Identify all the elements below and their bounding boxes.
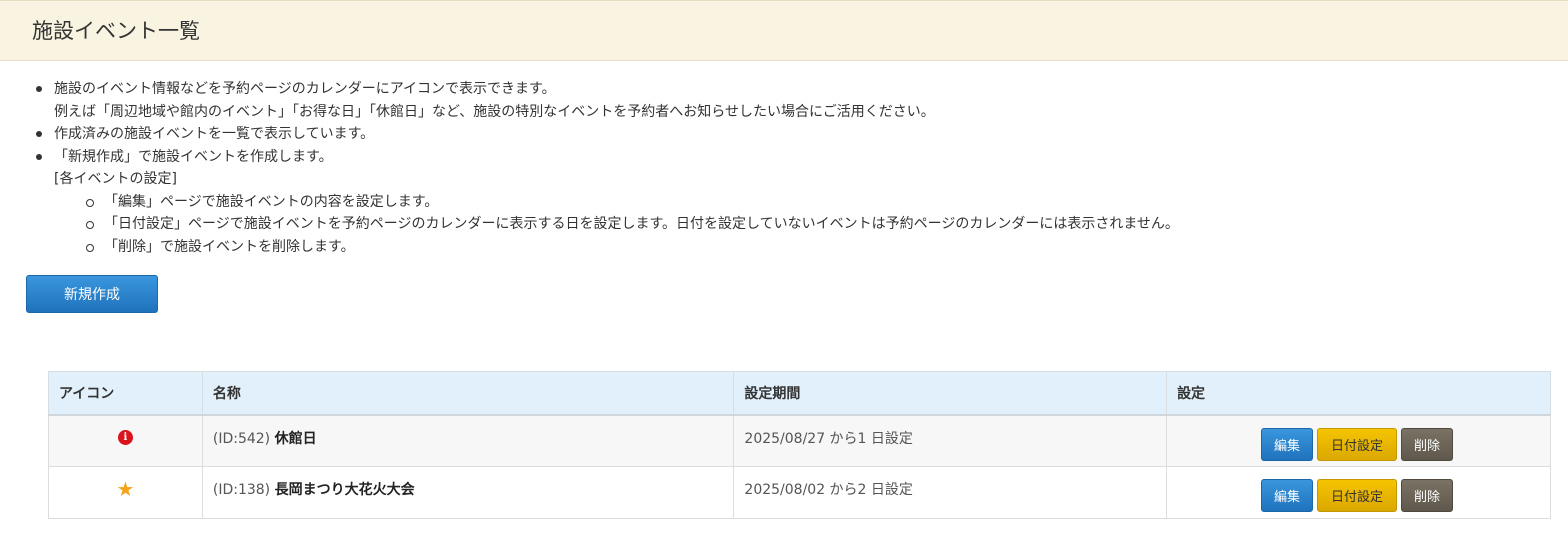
date-settings-button[interactable]: 日付設定 [1317, 427, 1398, 461]
event-id: (ID:138) [212, 482, 271, 498]
table-header-row: アイコン 名称 設定期間 設定 [48, 371, 1551, 416]
info-item: 作成済みの施設イベントを一覧で表示しています。 [36, 123, 1536, 146]
info-section: 施設のイベント情報などを予約ページのカレンダーにアイコンで表示できます。 例えば… [36, 78, 1536, 258]
header-settings: 設定 [1166, 371, 1551, 416]
header-icon: アイコン [48, 371, 203, 416]
table-row: ★ (ID:138) 長岡まつり大花火大会 2025/08/02 から2 日設定… [48, 466, 1551, 519]
period-cell: 2025/08/02 から2 日設定 [733, 466, 1168, 519]
event-name: 休館日 [274, 430, 317, 447]
sub-item: 「日付設定」ページで施設イベントを予約ページのカレンダーに表示する日を設定します… [86, 213, 1536, 236]
action-group: 編集 日付設定 削除 [1261, 479, 1540, 512]
sub-list: 「編集」ページで施設イベントの内容を設定します。 「日付設定」ページで施設イベン… [36, 191, 1536, 259]
period-cell: 2025/08/27 から1 日設定 [733, 414, 1168, 467]
page-title: 施設イベント一覧 [32, 19, 200, 43]
name-cell: (ID:138) 長岡まつり大花火大会 [201, 466, 735, 519]
action-cell: 編集 日付設定 削除 [1166, 414, 1551, 467]
header-name: 名称 [201, 371, 735, 416]
sub-heading: [各イベントの設定] [54, 171, 177, 187]
info-item: 施設のイベント情報などを予約ページのカレンダーにアイコンで表示できます。 例えば… [36, 78, 1536, 123]
page-header: 施設イベント一覧 [0, 0, 1568, 61]
date-settings-button[interactable]: 日付設定 [1317, 479, 1398, 512]
icon-cell: ★ [48, 466, 203, 519]
events-table: アイコン 名称 設定期間 設定 i (ID:542) 休館日 2025/08/2… [48, 371, 1551, 519]
action-cell: 編集 日付設定 削除 [1166, 466, 1551, 519]
icon-cell: i [48, 414, 203, 467]
info-list: 施設のイベント情報などを予約ページのカレンダーにアイコンで表示できます。 例えば… [36, 78, 1536, 168]
name-cell: (ID:542) 休館日 [201, 414, 735, 467]
event-id: (ID:542) [212, 430, 271, 447]
sub-item: 「削除」で施設イベントを削除します。 [86, 236, 1536, 259]
new-create-button[interactable]: 新規作成 [26, 275, 158, 313]
header-period: 設定期間 [733, 371, 1168, 416]
edit-button[interactable]: 編集 [1261, 479, 1314, 512]
event-name: 長岡まつり大花火大会 [274, 482, 415, 498]
action-group: 編集 日付設定 削除 [1261, 427, 1540, 461]
edit-button[interactable]: 編集 [1261, 427, 1314, 461]
sub-item: 「編集」ページで施設イベントの内容を設定します。 [86, 191, 1536, 214]
star-icon: ★ [116, 477, 135, 501]
delete-button[interactable]: 削除 [1401, 479, 1454, 512]
table-row: i (ID:542) 休館日 2025/08/27 から1 日設定 編集 日付設… [48, 414, 1551, 467]
delete-button[interactable]: 削除 [1401, 427, 1454, 461]
info-text: 施設のイベント情報などを予約ページのカレンダーにアイコンで表示できます。 [54, 81, 556, 97]
info-item: 「新規作成」で施設イベントを作成します。 [36, 146, 1536, 169]
info-icon: i [117, 429, 133, 445]
info-text: 例えば「周辺地域や館内のイベント」「お得な日」「休館日」など、施設の特別なイベン… [54, 103, 935, 120]
